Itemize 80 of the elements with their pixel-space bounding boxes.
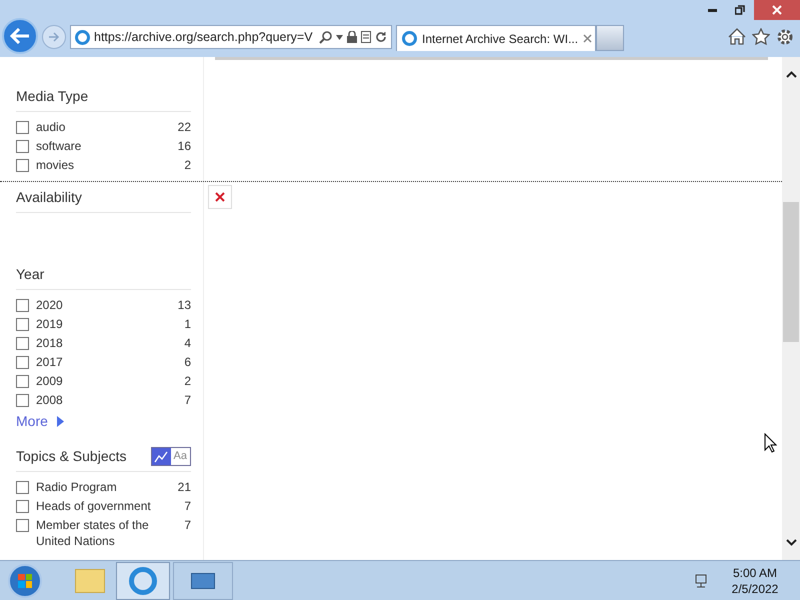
monitor-icon <box>191 572 215 588</box>
facet-label[interactable]: software <box>36 138 171 154</box>
facet-count: 4 <box>184 335 191 351</box>
back-button[interactable] <box>2 18 38 54</box>
facet-count: 21 <box>178 479 191 495</box>
chart-line-icon <box>154 450 169 463</box>
settings-icon[interactable] <box>776 28 794 46</box>
browser-logo-icon <box>129 566 157 594</box>
facet-label[interactable]: audio <box>36 119 171 135</box>
checkbox[interactable] <box>16 356 29 369</box>
checkbox[interactable] <box>16 318 29 331</box>
broken-image-icon <box>208 185 232 209</box>
arrow-left-icon <box>10 28 30 44</box>
facet-label[interactable]: Heads of government <box>36 498 178 514</box>
refresh-icon <box>375 31 387 43</box>
search-icon <box>319 30 332 44</box>
scrollbar[interactable] <box>782 57 800 560</box>
section-heading: Availability <box>16 188 82 207</box>
address-bar[interactable]: https://archive.org/search.php?query=V <box>70 25 392 49</box>
section-heading: Media Type <box>16 87 88 106</box>
facet-count: 16 <box>178 138 191 154</box>
facet-label[interactable]: 2019 <box>36 316 178 332</box>
checkbox[interactable] <box>16 140 29 153</box>
close-icon <box>772 5 782 15</box>
browser-taskbar-button[interactable] <box>116 562 170 600</box>
scrollbar-thumb[interactable] <box>783 202 799 342</box>
close-icon[interactable] <box>583 34 592 43</box>
checkbox[interactable] <box>16 481 29 494</box>
chevron-down-icon[interactable] <box>786 539 796 546</box>
facet-label[interactable]: movies <box>36 157 178 173</box>
facet-count: 13 <box>178 297 191 313</box>
mouse-cursor-icon <box>764 433 777 453</box>
clock-date: 2/5/2022 <box>732 580 778 596</box>
facet-label[interactable]: 2020 <box>36 297 171 313</box>
home-icon[interactable] <box>728 28 746 45</box>
facet-count: 22 <box>178 119 191 135</box>
more-link[interactable]: More <box>16 411 191 432</box>
facet-count: 7 <box>184 498 191 514</box>
facet-count: 1 <box>184 316 191 332</box>
facet-count: 7 <box>184 392 191 408</box>
tab-title: Internet Archive Search: WI... <box>422 30 578 48</box>
checkbox[interactable] <box>16 299 29 312</box>
restore-icon <box>735 5 745 15</box>
checkbox[interactable] <box>16 375 29 388</box>
facet-count: 2 <box>184 373 191 389</box>
facet-count: 6 <box>184 354 191 370</box>
windows-logo-icon <box>18 574 32 588</box>
checkbox[interactable] <box>16 121 29 134</box>
section-heading: Year <box>16 265 44 284</box>
facet-label[interactable]: 2009 <box>36 373 178 389</box>
page-icon <box>361 31 371 43</box>
facet-label[interactable]: Member states of the United Nations <box>36 517 178 549</box>
checkbox[interactable] <box>16 159 29 172</box>
folder-icon <box>75 568 105 592</box>
browser-logo-icon <box>75 30 90 44</box>
lock-icon <box>347 31 357 43</box>
close-button[interactable] <box>754 0 800 20</box>
chart-view-toggle[interactable] <box>152 448 171 465</box>
facet-label[interactable]: 2018 <box>36 335 178 351</box>
facet-label[interactable]: Radio Program <box>36 479 171 495</box>
caret-icon <box>336 34 343 40</box>
app-taskbar-button[interactable] <box>173 562 233 600</box>
section-heading: Topics & Subjects <box>16 447 126 466</box>
facet-label[interactable]: 2008 <box>36 392 178 408</box>
facet-count: 7 <box>184 517 191 533</box>
url-text: https://archive.org/search.php?query=V <box>94 28 314 46</box>
start-button[interactable] <box>8 564 42 598</box>
star-icon[interactable] <box>752 28 770 45</box>
triangle-right-icon <box>56 416 64 427</box>
checkbox[interactable] <box>16 394 29 407</box>
chevron-up-icon[interactable] <box>786 71 796 78</box>
browser-tab[interactable]: Internet Archive Search: WI... <box>396 25 596 51</box>
clock-time: 5:00 AM <box>732 564 778 580</box>
arrow-right-icon <box>48 32 60 42</box>
checkbox[interactable] <box>16 500 29 513</box>
facet-label[interactable]: 2017 <box>36 354 178 370</box>
checkbox[interactable] <box>16 519 29 532</box>
facet-count: 2 <box>184 157 191 173</box>
checkbox[interactable] <box>16 337 29 350</box>
browser-logo-icon <box>402 31 417 46</box>
